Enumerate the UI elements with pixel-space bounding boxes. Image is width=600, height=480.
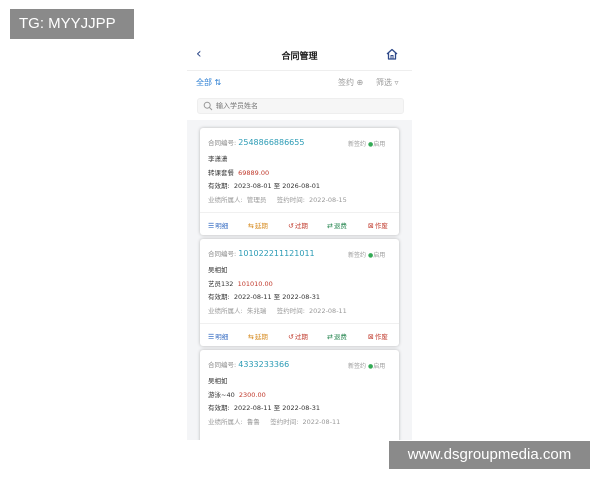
watermark-bottom-right: www.dsgroupmedia.com <box>389 441 590 469</box>
status-active: 启用 <box>373 141 386 148</box>
owner-label: 业绩所属人: <box>208 196 243 204</box>
contract-no-label: 合同编号: <box>208 250 237 258</box>
filter-sign-button[interactable]: 签约 ⊕ <box>338 77 363 88</box>
refund-button[interactable]: ⇄退费 <box>327 220 347 230</box>
expire-button[interactable]: ↺过期 <box>288 331 308 341</box>
expire-label: 过期 <box>294 333 308 341</box>
price: 101010.00 <box>237 280 273 288</box>
funnel-icon: ▿ <box>394 78 399 87</box>
owner: 管理员 <box>246 196 267 204</box>
card-actions: ☰明细 ⇆延期 ↺过期 ⇄退费 ⊠作废 <box>200 212 399 236</box>
watermark-top-left: TG: MYYJJPP <box>10 9 134 39</box>
void-label: 作废 <box>374 333 388 341</box>
contract-no-label: 合同编号: <box>208 361 237 369</box>
owner-label: 业绩所属人: <box>208 418 243 426</box>
valid-label: 有效期: <box>208 404 230 412</box>
status-active: 启用 <box>373 252 386 259</box>
phone-screen: ‹ 合同管理 全部 ⇅ 签约 ⊕ 筛选 ▿ 合同编号: 254886688665… <box>187 40 412 440</box>
swap-icon: ⇆ <box>248 333 254 341</box>
detail-label: 明细 <box>215 222 229 230</box>
detail-button[interactable]: ☰明细 <box>208 220 228 230</box>
page-title: 合同管理 <box>281 52 318 62</box>
refund-label: 退费 <box>333 333 347 341</box>
nav-bar: ‹ 合同管理 <box>187 40 412 70</box>
extend-label: 延期 <box>254 333 268 341</box>
search-icon <box>203 101 213 111</box>
signed-at: 2022-08-15 <box>309 196 347 204</box>
filter-all-button[interactable]: 全部 ⇅ <box>196 77 221 88</box>
student-name: 李潇潇 <box>208 155 228 163</box>
expire-label: 过期 <box>294 222 308 230</box>
course-name: 转课套餐 <box>208 169 234 177</box>
contract-card[interactable]: 合同编号: 2548866886655 新签约 ●启用 李潇潇 转课套餐 698… <box>200 128 399 235</box>
refund-label: 退费 <box>333 222 347 230</box>
student-name: 吴相如 <box>208 266 228 274</box>
history-icon: ↺ <box>288 333 294 341</box>
filter-bar: 全部 ⇅ 签约 ⊕ 筛选 ▿ <box>187 70 412 93</box>
list-icon: ☰ <box>208 222 215 230</box>
refund-icon: ⇄ <box>327 333 333 341</box>
owner: 朱兆瑞 <box>246 307 267 315</box>
status-badge: 新签约 ●启用 <box>348 250 385 259</box>
valid-label: 有效期: <box>208 293 230 301</box>
status-active: 启用 <box>373 363 386 370</box>
contract-card[interactable]: 合同编号: 4333233366 新签约 ●启用 吴相如 游泳~40 2300.… <box>200 350 399 440</box>
void-button[interactable]: ⊠作废 <box>368 331 388 341</box>
extend-label: 延期 <box>254 222 268 230</box>
owner: 鲁鲁 <box>246 418 260 426</box>
filter-sign-label: 签约 <box>338 78 354 87</box>
detail-button[interactable]: ☰明细 <box>208 331 228 341</box>
status-badge: 新签约 ●启用 <box>348 361 385 370</box>
signed-label: 签约时间: <box>276 307 305 315</box>
void-button[interactable]: ⊠作废 <box>368 220 388 230</box>
student-name: 吴相如 <box>208 377 228 385</box>
expire-button[interactable]: ↺过期 <box>288 220 308 230</box>
status-new: 新签约 <box>348 141 367 148</box>
contract-no: 4333233366 <box>238 360 290 369</box>
course-name: 艺员132 <box>208 280 234 288</box>
status-new: 新签约 <box>348 252 367 259</box>
contract-card[interactable]: 合同编号: 101022211121011 新签约 ●启用 吴相如 艺员132 … <box>200 239 399 346</box>
valid-range: 2023-08-01 至 2026-08-01 <box>233 182 321 190</box>
refund-icon: ⇄ <box>327 222 333 230</box>
search-bar <box>187 93 412 120</box>
close-box-icon: ⊠ <box>368 222 374 230</box>
signed-label: 签约时间: <box>270 418 299 426</box>
list-icon: ☰ <box>208 333 215 341</box>
contract-no: 2548866886655 <box>238 138 305 147</box>
price: 2300.00 <box>238 391 266 399</box>
sort-icon: ⇅ <box>214 78 222 87</box>
search-box <box>197 98 404 114</box>
card-actions: ☰明细 ⇆延期 ↺过期 ⇄退费 ⊠作废 <box>200 323 399 347</box>
plus-circle-icon: ⊕ <box>356 78 364 87</box>
contract-no-label: 合同编号: <box>208 139 237 147</box>
signed-at: 2022-08-11 <box>302 418 341 426</box>
home-icon[interactable] <box>385 47 399 61</box>
signed-at: 2022-08-11 <box>309 307 347 315</box>
void-label: 作废 <box>374 222 388 230</box>
valid-range: 2022-08-11 至 2022-08-31 <box>233 404 321 412</box>
owner-label: 业绩所属人: <box>208 307 243 315</box>
close-box-icon: ⊠ <box>368 333 374 341</box>
detail-label: 明细 <box>215 333 229 341</box>
price: 69889.00 <box>238 169 270 177</box>
extend-button[interactable]: ⇆延期 <box>248 220 268 230</box>
extend-button[interactable]: ⇆延期 <box>248 331 268 341</box>
status-badge: 新签约 ●启用 <box>348 139 385 148</box>
refund-button[interactable]: ⇄退费 <box>327 331 347 341</box>
search-input[interactable] <box>216 99 396 113</box>
filter-screen-label: 筛选 <box>376 78 392 87</box>
valid-range: 2022-08-11 至 2022-08-31 <box>233 293 321 301</box>
contract-no: 101022211121011 <box>238 249 315 258</box>
filter-all-label: 全部 <box>196 78 212 87</box>
signed-label: 签约时间: <box>276 196 305 204</box>
swap-icon: ⇆ <box>248 222 254 230</box>
valid-label: 有效期: <box>208 182 230 190</box>
status-new: 新签约 <box>348 363 367 370</box>
course-name: 游泳~40 <box>208 391 235 399</box>
history-icon: ↺ <box>288 222 294 230</box>
filter-screen-button[interactable]: 筛选 ▿ <box>376 77 399 88</box>
